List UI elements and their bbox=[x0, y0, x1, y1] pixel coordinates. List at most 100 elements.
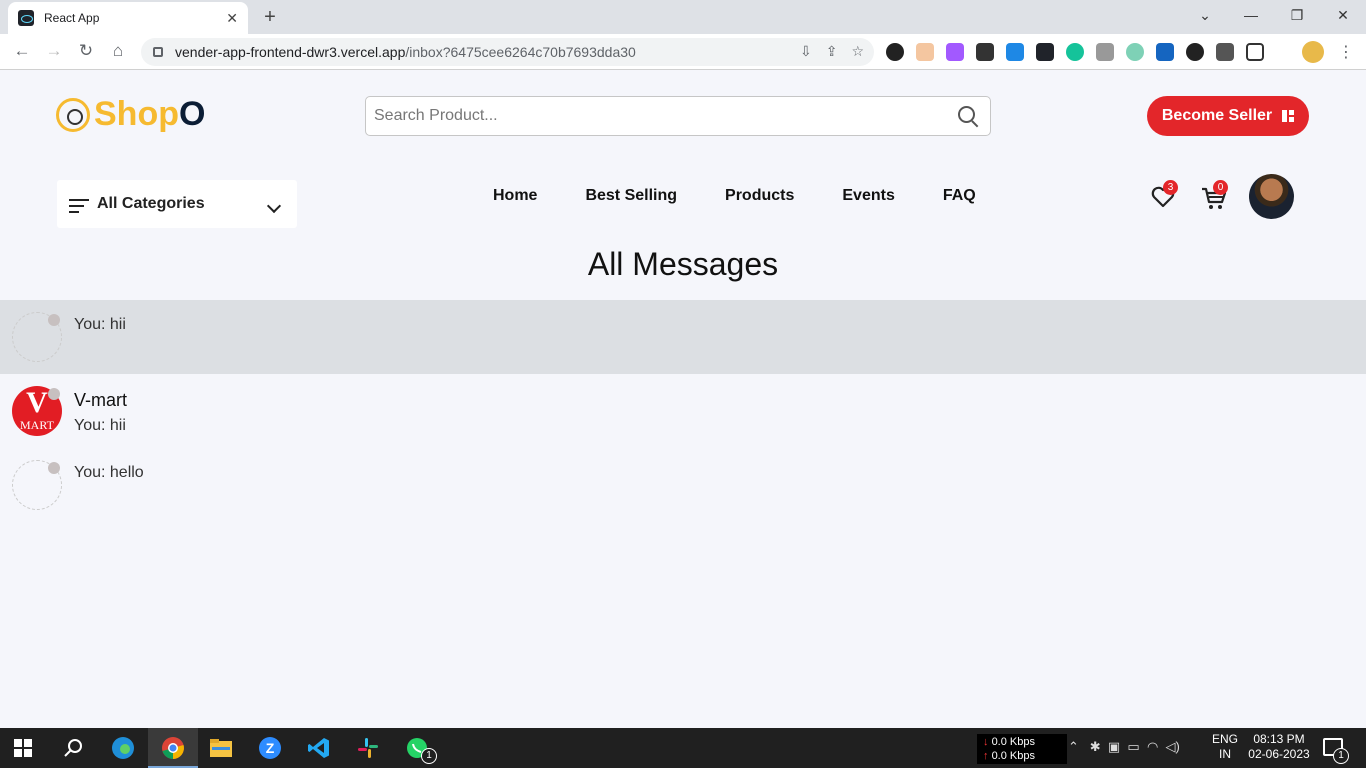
windows-taskbar: Z 1 ↓ 0.0 Kbps ↑ 0.0 Kbps ⌃ ✱ ▣ ▭ ◠ ◁) E… bbox=[0, 728, 1366, 768]
app-page: ShopO Become Seller All Categories Home … bbox=[0, 71, 1366, 728]
conversation-name: V-mart bbox=[74, 390, 128, 410]
extension-icon[interactable] bbox=[976, 43, 994, 61]
battery-icon[interactable]: ▭ bbox=[1127, 739, 1139, 754]
offline-status-dot bbox=[48, 314, 60, 326]
whatsapp-count-badge: 1 bbox=[421, 748, 437, 764]
browser-toolbar: ← → ↻ ⌂ vender-app-frontend-dwr3.vercel.… bbox=[0, 34, 1366, 70]
heart-extension-icon[interactable] bbox=[1186, 43, 1204, 61]
nav-products[interactable]: Products bbox=[725, 187, 794, 205]
grammarly-icon[interactable] bbox=[1066, 43, 1084, 61]
kebab-menu-icon[interactable]: ⋮ bbox=[1338, 42, 1354, 62]
edge-icon[interactable] bbox=[111, 736, 135, 760]
nav-home[interactable]: Home bbox=[493, 187, 537, 205]
cart-count-badge: 0 bbox=[1213, 180, 1228, 195]
download-extension-icon[interactable] bbox=[1006, 43, 1024, 61]
cart-button[interactable]: 0 bbox=[1200, 180, 1228, 210]
system-tray: ⌃ ✱ ▣ ▭ ◠ ◁) bbox=[1068, 739, 1180, 755]
wifi-icon[interactable]: ◠ bbox=[1147, 739, 1158, 754]
react-favicon-icon bbox=[18, 10, 34, 26]
chevron-down-icon bbox=[266, 198, 282, 214]
home-icon[interactable]: ⌂ bbox=[107, 41, 129, 61]
extension-icon[interactable] bbox=[946, 43, 964, 61]
zoom-icon[interactable]: Z bbox=[258, 736, 282, 760]
forward-icon[interactable]: → bbox=[43, 41, 65, 61]
back-icon[interactable]: ← bbox=[11, 41, 33, 61]
clock[interactable]: 08:13 PM 02-06-2023 bbox=[1246, 732, 1312, 762]
windows-start-icon[interactable] bbox=[14, 739, 32, 757]
new-tab-icon[interactable]: + bbox=[258, 6, 282, 29]
extension-icon[interactable] bbox=[886, 43, 904, 61]
bluetooth-icon[interactable]: ✱ bbox=[1090, 739, 1101, 754]
tab-search-icon[interactable]: ⌄ bbox=[1182, 0, 1228, 34]
close-tab-icon[interactable]: ✕ bbox=[226, 10, 238, 27]
bookmark-star-icon[interactable]: ☆ bbox=[851, 43, 864, 60]
dashboard-icon bbox=[1282, 110, 1295, 122]
message-preview: You: hii bbox=[74, 316, 126, 333]
extension-icon[interactable] bbox=[916, 43, 934, 61]
search-icon[interactable] bbox=[952, 100, 984, 132]
profile-avatar-icon[interactable] bbox=[1302, 41, 1324, 63]
shop-logo[interactable]: Shop O bbox=[56, 95, 205, 134]
address-bar[interactable]: vender-app-frontend-dwr3.vercel.app/inbo… bbox=[141, 38, 874, 66]
browser-tab[interactable]: React App ✕ bbox=[8, 2, 248, 34]
puzzle-icon[interactable] bbox=[1216, 43, 1234, 61]
nav-best-selling[interactable]: Best Selling bbox=[585, 187, 677, 205]
react-devtools-icon[interactable] bbox=[1036, 43, 1054, 61]
message-preview: You: hello bbox=[74, 464, 144, 481]
copy-extension-icon[interactable] bbox=[1156, 43, 1174, 61]
reload-icon[interactable]: ↻ bbox=[75, 41, 97, 61]
url-path: /inbox?6475cee6264c70b7693dda30 bbox=[405, 44, 636, 60]
offline-status-dot bbox=[48, 462, 60, 474]
language-code: ENG bbox=[1212, 732, 1239, 746]
page-title: All Messages bbox=[587, 246, 779, 282]
minimize-icon[interactable]: — bbox=[1228, 0, 1274, 34]
network-speed-widget: ↓ 0.0 Kbps ↑ 0.0 Kbps bbox=[977, 734, 1067, 764]
categories-label: All Categories bbox=[97, 195, 205, 212]
offline-status-dot bbox=[48, 388, 60, 400]
become-seller-label: Become Seller bbox=[1161, 107, 1273, 124]
meet-now-icon[interactable]: ▣ bbox=[1108, 739, 1120, 754]
search-input[interactable] bbox=[374, 107, 952, 125]
volume-icon[interactable]: ◁) bbox=[1166, 739, 1180, 754]
language-indicator[interactable]: ENG IN bbox=[1212, 732, 1238, 762]
slack-icon[interactable] bbox=[356, 736, 380, 760]
restore-icon[interactable]: ❐ bbox=[1274, 0, 1320, 34]
chrome-icon[interactable] bbox=[161, 736, 185, 760]
clock-time: 08:13 PM bbox=[1253, 732, 1305, 746]
net-up-speed: 0.0 Kbps bbox=[991, 750, 1035, 762]
extension-icon[interactable] bbox=[1096, 43, 1114, 61]
extension-icon[interactable] bbox=[1126, 43, 1144, 61]
clock-date: 02-06-2023 bbox=[1248, 747, 1310, 761]
download-arrow-icon: ↓ bbox=[983, 736, 989, 748]
omnibox-actions: ⇩ ⇪ ☆ bbox=[800, 43, 864, 60]
categories-dropdown[interactable]: All Categories bbox=[57, 180, 297, 228]
share-icon[interactable]: ⇪ bbox=[826, 43, 838, 60]
message-preview: You: hii bbox=[74, 417, 126, 434]
wishlist-button[interactable]: 3 bbox=[1150, 180, 1178, 210]
tab-title: React App bbox=[44, 11, 100, 25]
file-explorer-icon[interactable] bbox=[209, 736, 233, 760]
nav-faq[interactable]: FAQ bbox=[943, 187, 976, 205]
main-nav: Home Best Selling Products Events FAQ bbox=[493, 187, 976, 205]
region-code: IN bbox=[1219, 747, 1231, 761]
vscode-icon[interactable] bbox=[307, 736, 331, 760]
logo-target-icon bbox=[56, 97, 90, 132]
message-list: You: hii V MART V-mart You: hii You: hel… bbox=[0, 300, 1366, 522]
chevron-up-icon[interactable]: ⌃ bbox=[1068, 739, 1079, 754]
message-item[interactable]: You: hii bbox=[0, 300, 1366, 374]
notification-count-badge: 1 bbox=[1333, 748, 1349, 764]
lock-icon[interactable] bbox=[153, 47, 163, 57]
taskbar-search-icon[interactable] bbox=[62, 736, 86, 760]
side-panel-icon[interactable] bbox=[1246, 43, 1264, 61]
nav-events[interactable]: Events bbox=[842, 187, 894, 205]
message-item[interactable]: V MART V-mart You: hii bbox=[0, 374, 1366, 448]
menu-bars-icon bbox=[69, 199, 89, 213]
svg-text:Z: Z bbox=[266, 740, 275, 756]
vmart-logo-text: MART bbox=[20, 418, 54, 432]
logo-accent: O bbox=[178, 95, 206, 133]
install-icon[interactable]: ⇩ bbox=[800, 43, 812, 60]
user-avatar[interactable] bbox=[1249, 174, 1294, 219]
become-seller-button[interactable]: Become Seller bbox=[1147, 96, 1309, 136]
close-window-icon[interactable]: ✕ bbox=[1320, 0, 1366, 34]
message-item[interactable]: You: hello bbox=[0, 448, 1366, 522]
